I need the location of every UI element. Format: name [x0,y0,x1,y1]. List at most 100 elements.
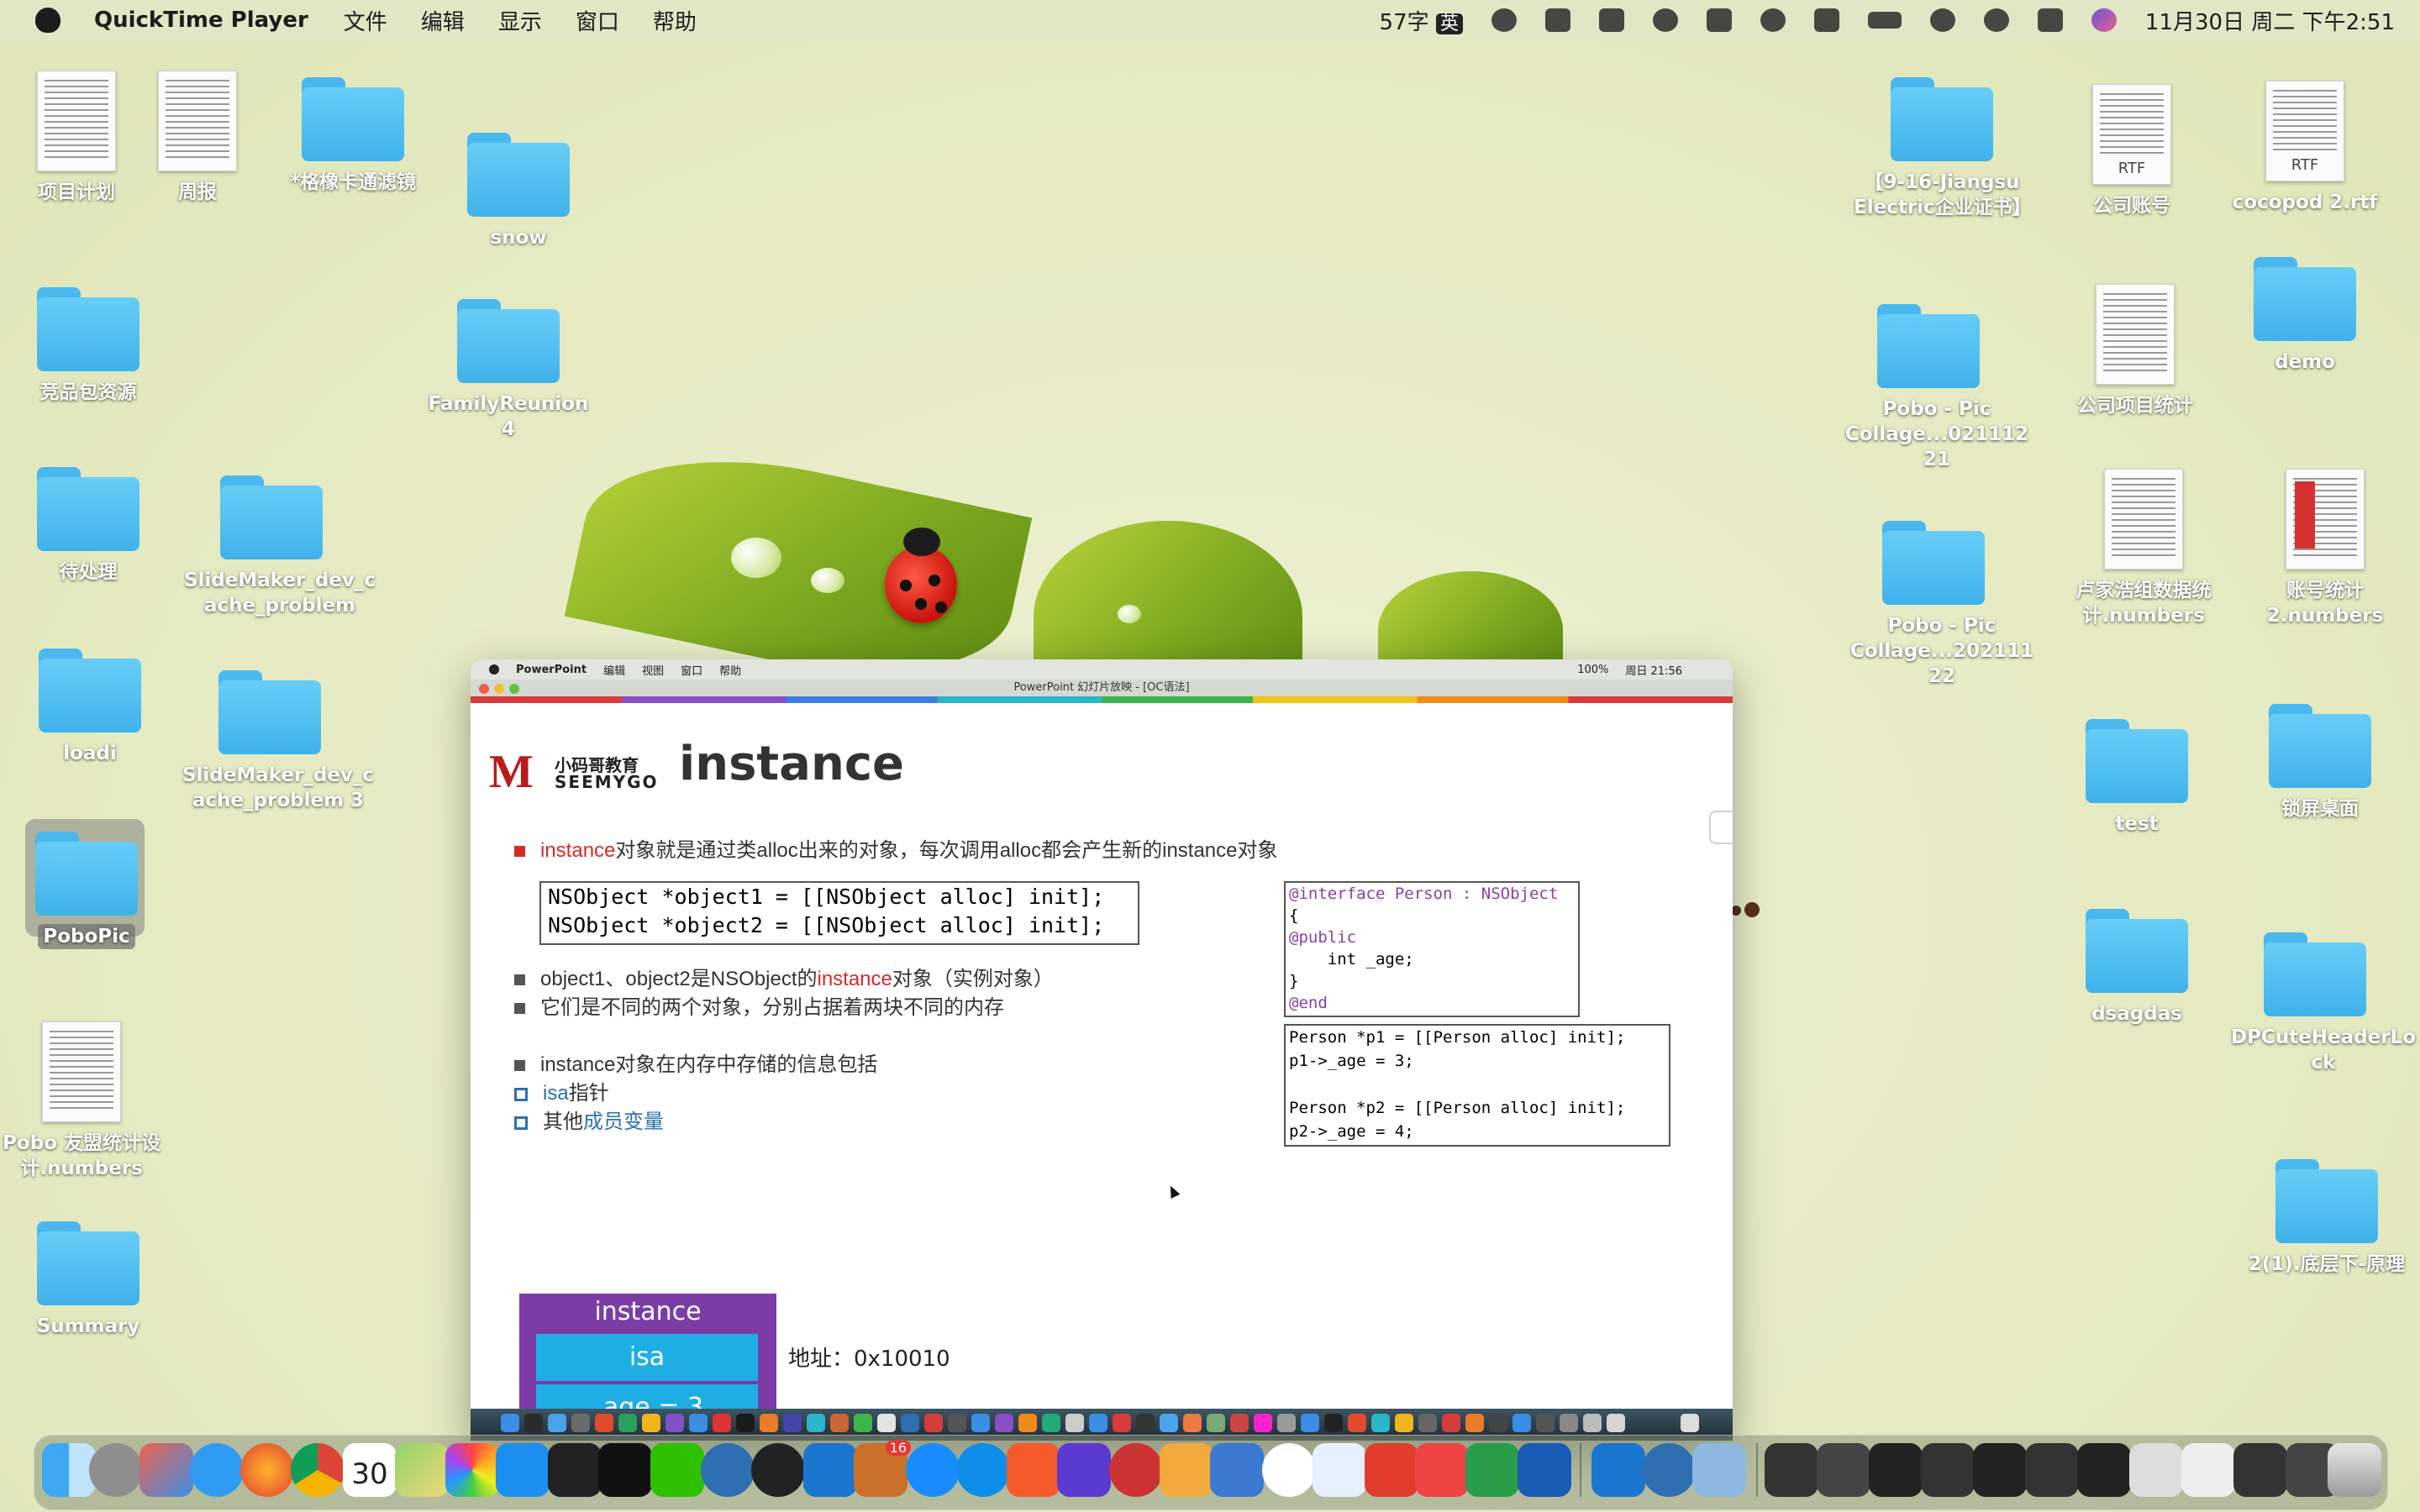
notification-bell-icon[interactable] [1544,8,1570,32]
recorded-menubar: PowerPoint 编辑 视图 窗口 帮助 100% 周日 21:56 [471,659,1733,680]
chrome-icon[interactable] [291,1443,345,1497]
temperature-indicator[interactable]: 57字 英 [1380,5,1463,36]
desktop-item-pending[interactable]: 待处理 [0,467,176,585]
desktop-item-underlying-principles[interactable]: 2(1).底层下-原理 [2238,1159,2415,1277]
desktop-item-filter-folder[interactable]: *格橡卡通滤镜 [265,77,441,195]
firefox-icon[interactable] [240,1443,294,1497]
desktop-item-familyreunion[interactable]: FamilyReunion 4 [420,299,597,442]
location-icon[interactable] [906,1443,960,1497]
menu-help[interactable]: 帮助 [653,5,697,36]
pencil-app-icon[interactable] [1007,1443,1060,1497]
desktop-item-pobo-umeng[interactable]: Pobo 友盟统计设计.numbers [0,1021,170,1181]
menu-app-name[interactable]: QuickTime Player [94,8,308,33]
desktop-item-snow[interactable]: snow [430,133,607,250]
wifi-icon[interactable] [1929,8,1955,32]
mail-app-icon[interactable] [1365,1443,1418,1497]
system-preferences-icon[interactable] [89,1443,143,1497]
desktop-item-pobo-collage-1[interactable]: Pobo - Pic Collage...02111221 [1840,304,2028,472]
quicktime-video-window[interactable]: PowerPoint 编辑 视图 窗口 帮助 100% 周日 21:56 Pow… [471,659,1733,1441]
app-store-icon[interactable] [496,1443,550,1497]
desktop-item-account-stats[interactable]: 账号统计 2.numbers [2237,469,2413,628]
clock-text[interactable]: 11月30日 周二 下午2:51 [2145,5,2395,36]
battery-icon[interactable] [1867,12,1902,29]
wechat-icon[interactable] [650,1443,704,1497]
minimized-window-thumb[interactable] [2233,1443,2287,1497]
desktop-item-loadi[interactable]: loadi [2,648,178,766]
minimized-window-thumb[interactable] [1817,1443,1870,1497]
search-icon[interactable] [1983,8,2009,32]
minimized-window-thumb[interactable] [1765,1443,1818,1497]
menu-view[interactable]: 显示 [498,5,542,36]
sogou-input-icon[interactable] [1813,8,1839,32]
maps-icon[interactable] [395,1443,449,1497]
activity-monitor-icon[interactable] [548,1443,602,1497]
minimized-window-thumb[interactable] [2181,1443,2235,1497]
minimized-window-thumb[interactable] [1869,1443,1923,1497]
shield-icon[interactable] [1706,8,1732,32]
word-icon[interactable] [1518,1443,1571,1497]
photos-icon[interactable] [445,1443,499,1497]
diagram-header: instance [594,1297,702,1326]
instruments-icon[interactable] [1109,1443,1163,1497]
desktop-item-company-projects[interactable]: 公司项目统计 [2047,284,2223,418]
quicktime-icon[interactable] [701,1443,755,1497]
menu-edit[interactable]: 编辑 [421,5,465,36]
recorded-dock-app-icon [1371,1414,1390,1432]
desktop-item-test[interactable]: test [2049,719,2225,837]
desktop-item-weekly-report[interactable]: 周报 [109,71,286,205]
numbers-icon[interactable] [1465,1443,1519,1497]
desktop-item-dpcuteheaderlock[interactable]: DPCuteHeaderLock [2227,932,2416,1075]
desktop-item-cocopod[interactable]: RTF cocopod 2.rtf [2217,81,2393,215]
archive-app-icon[interactable]: 16 [854,1440,911,1497]
baidu-netdisk-icon[interactable] [1313,1443,1366,1497]
launchpad-icon[interactable] [139,1443,193,1497]
chat-bubble-icon[interactable] [1652,8,1678,32]
screen-recorder-icon[interactable] [1057,1443,1111,1497]
desktop-item-summary[interactable]: Summary [0,1221,176,1339]
desktop-item-slidemaker-cache[interactable]: SlideMaker_dev_cache_problem [183,475,376,618]
quicktime-running-icon[interactable] [1642,1443,1696,1497]
desktop-item-slidemaker-cache-3[interactable]: SlideMaker_dev_cache_problem 3 [182,670,374,813]
calendar-icon[interactable]: 30 [343,1443,397,1497]
desktop-item-dsagdas[interactable]: dsagdas [2049,909,2225,1026]
sketch-app-icon[interactable] [1210,1443,1264,1497]
desktop-item-pobopic[interactable]: PoboPic [0,832,175,949]
desktop-item-company-account[interactable]: RTF 公司账号 [2044,84,2220,218]
panda-app-icon[interactable] [1262,1443,1316,1497]
folder-icon [2275,1159,2378,1243]
desktop-item-pobo-collage-2[interactable]: Pobo - Pic Collage...20211122 [1845,521,2033,689]
preview-icon[interactable] [1692,1443,1746,1497]
minimized-window-thumb[interactable] [2077,1443,2131,1497]
bullet-highlight: isa [543,1082,569,1105]
trash-icon[interactable] [2328,1443,2381,1497]
xcode-icon[interactable] [803,1443,857,1497]
minimized-window-thumb[interactable] [1921,1443,1975,1497]
input-method-indicator[interactable]: 英 [1435,13,1463,34]
desktop-item-lujiahao-stats[interactable]: 卢家浩组数据统计.numbers [2055,469,2232,628]
teamviewer-icon[interactable] [956,1443,1010,1497]
minimized-window-thumb[interactable] [2129,1443,2183,1497]
wps-icon[interactable] [1415,1443,1469,1497]
desktop-item-competitor-assets[interactable]: 竞品包资源 [0,287,176,405]
apple-menu-icon[interactable] [35,8,60,33]
finder-icon[interactable] [42,1443,96,1497]
wechat-status-icon[interactable] [1491,8,1517,32]
paw-app-icon[interactable] [1160,1443,1213,1497]
terminal-icon[interactable] [598,1443,652,1497]
safari-icon[interactable] [190,1443,244,1497]
desktop-item-lockscreen[interactable]: 锁屏桌面 [2232,704,2408,822]
play-circle-icon[interactable] [1760,8,1786,32]
cloud-notify-icon[interactable] [1598,8,1624,32]
control-center-icon[interactable] [2037,8,2063,32]
xcode-running-icon[interactable] [1591,1443,1645,1497]
folder-icon [1891,77,1993,161]
minimized-window-thumb[interactable] [1973,1443,2027,1497]
desktop-item-demo[interactable]: demo [2217,257,2393,375]
desktop-item-jiangsu-cert[interactable]: 【9-16-Jiangsu Electric企业证书】 [1854,77,2032,220]
siri-icon[interactable] [2091,8,2117,32]
menu-window[interactable]: 窗口 [576,5,619,36]
bullet-text: 对象就是通过类alloc出来的对象，每次调用alloc都会产生新的instanc… [615,839,1278,862]
minimized-window-thumb[interactable] [2025,1443,2079,1497]
qq-icon[interactable] [751,1443,805,1497]
menu-file[interactable]: 文件 [344,5,387,36]
